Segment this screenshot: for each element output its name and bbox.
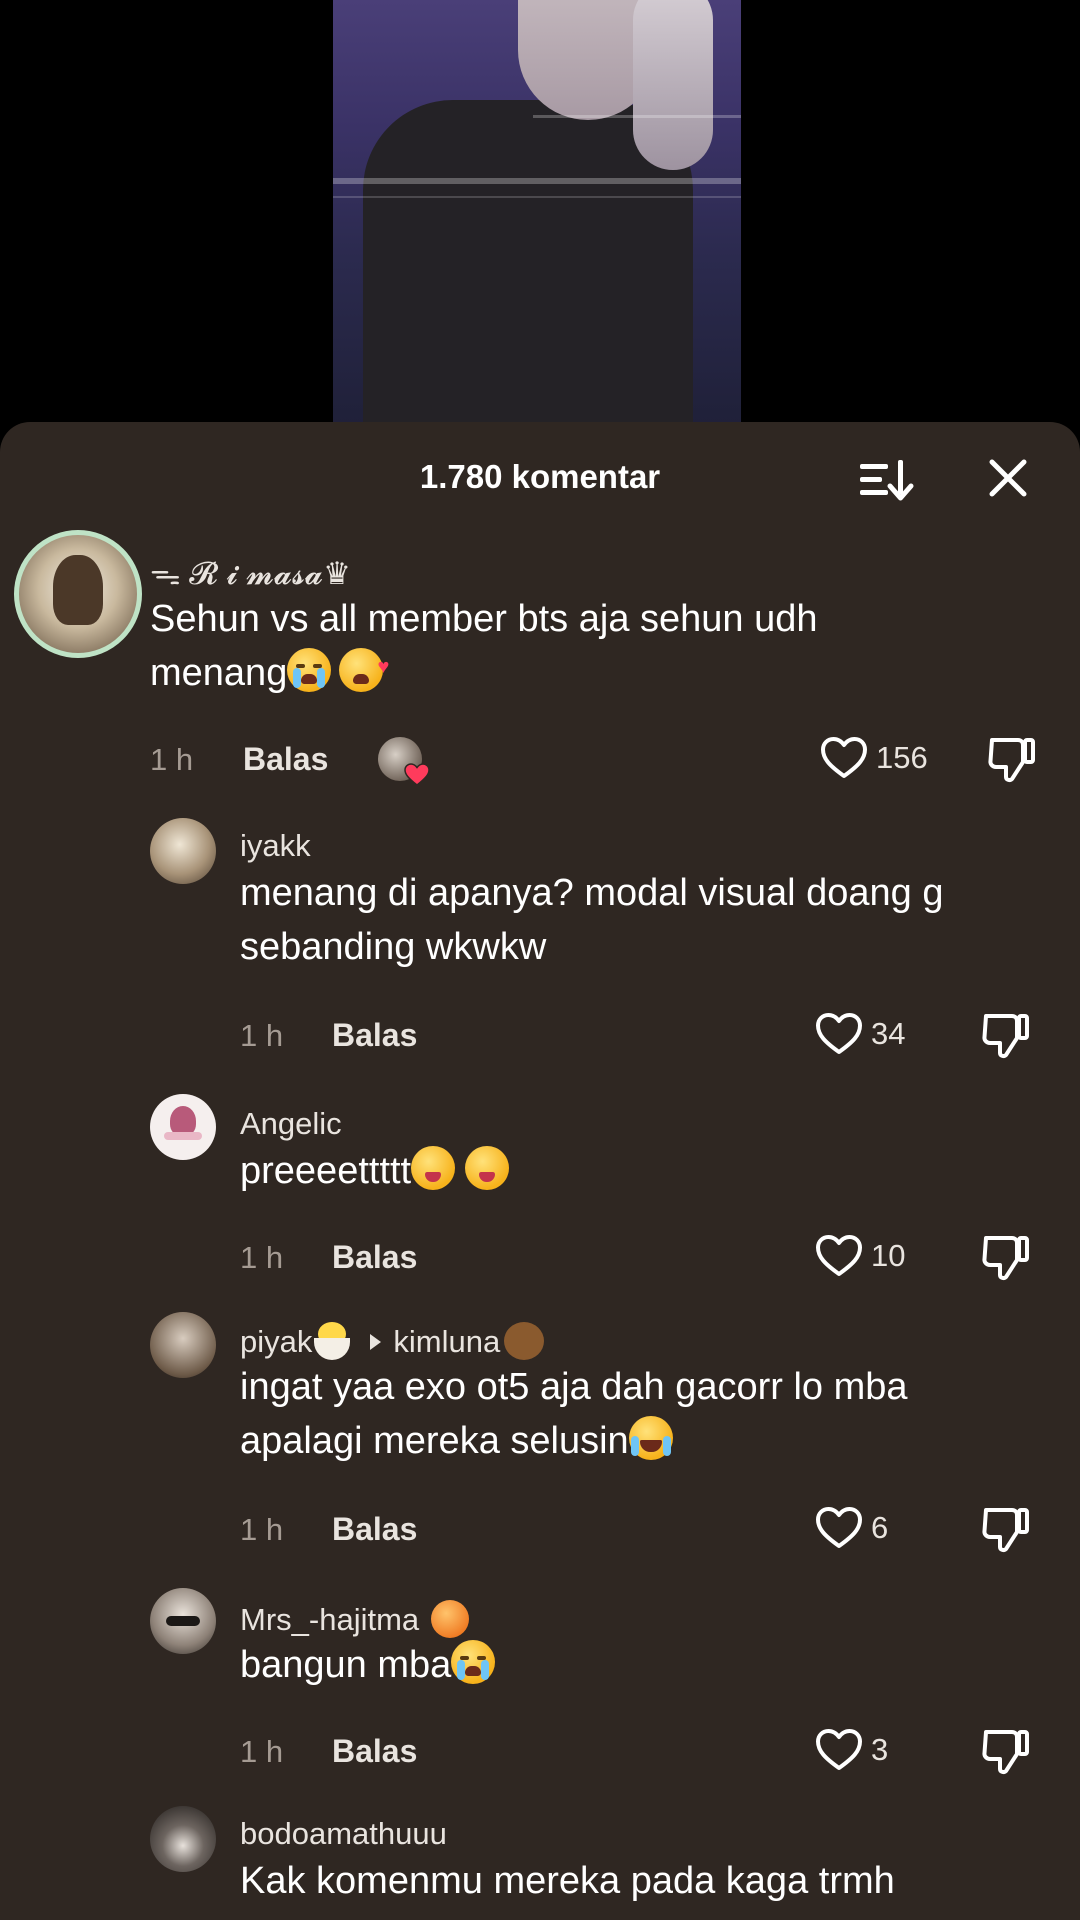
- avatar-figure: [53, 555, 103, 625]
- sort-icon[interactable]: [858, 458, 914, 502]
- comment-text-content: Sehun vs all member bts aja sehun udh me…: [150, 598, 818, 694]
- dislike-button[interactable]: [980, 1726, 1034, 1780]
- video-subject-arm: [633, 0, 713, 170]
- heart-outline-icon: [816, 1013, 862, 1054]
- comment-reply-item: iyakk menang di apanya? modal visual doa…: [0, 818, 1080, 1078]
- smiling-face-with-hearts-emoji-icon: [339, 640, 389, 694]
- comment-text: preeeettttt: [240, 1144, 1040, 1198]
- peach-emoji-icon: [431, 1600, 470, 1638]
- comment-text-line: apalagi mereka selusin: [240, 1420, 629, 1462]
- comments-count-title: 1.780 komentar: [419, 458, 661, 495]
- heart-outline-icon: [816, 1729, 862, 1770]
- heart-outline-icon: [821, 737, 867, 778]
- creator-liked-badge: [378, 737, 430, 786]
- heart-outline-icon: [816, 1235, 862, 1276]
- like-count: 156: [876, 740, 928, 775]
- dislike-button[interactable]: [980, 1232, 1034, 1286]
- comment-time: 1 h: [240, 1512, 284, 1547]
- dislike-button[interactable]: [980, 1504, 1034, 1558]
- like-button[interactable]: 34: [815, 1009, 905, 1059]
- reply-button[interactable]: Balas: [332, 1017, 417, 1054]
- comment-username[interactable]: Angelic: [240, 1106, 342, 1142]
- comment-text-content: bangun mba: [240, 1644, 452, 1686]
- like-count: 3: [871, 1732, 889, 1767]
- comment-reply-item: bodoamathuuu Kak komenmu mereka pada kag…: [0, 1806, 1080, 1920]
- comment-text-content: preeeettttt: [240, 1150, 412, 1192]
- heart-icon: [404, 763, 430, 786]
- thumbs-down-icon: [982, 1730, 1029, 1775]
- squinting-face-with-tongue-emoji-icon: [465, 1146, 510, 1190]
- hatching-chick-emoji-icon: [312, 1322, 352, 1360]
- comment-item: ᯓ 𝓡 𝓲 𝓶𝓪𝓼𝓪♛ Sehun vs all member bts aja …: [0, 530, 1080, 790]
- comment-text: Sehun vs all member bts aja sehun udh me…: [150, 592, 950, 700]
- comment-time: 1 h: [240, 1734, 284, 1769]
- like-button[interactable]: 156: [820, 733, 928, 783]
- comment-reply-item: piyak kimluna ingat yaa exo ot5 aja dah g…: [0, 1312, 1080, 1572]
- heart-outline-icon: [816, 1507, 862, 1548]
- comment-time: 1 h: [240, 1018, 284, 1053]
- video-glitch-line: [333, 178, 741, 184]
- avatar[interactable]: [150, 1094, 216, 1160]
- comment-username-line: piyak kimluna: [240, 1322, 545, 1360]
- reply-to-username[interactable]: kimluna: [393, 1324, 500, 1359]
- comment-username-line: Mrs_-hajitma: [240, 1600, 470, 1638]
- comment-time: 1 h: [150, 742, 194, 777]
- comments-header: 1.780 komentar: [0, 422, 1080, 532]
- comment-username[interactable]: bodoamathuuu: [240, 1816, 447, 1852]
- video-glitch-line: [533, 115, 741, 118]
- loudly-crying-emoji-icon: [451, 1640, 496, 1684]
- avatar[interactable]: [150, 1312, 216, 1378]
- reply-button[interactable]: Balas: [243, 741, 328, 778]
- comment-username[interactable]: piyak: [240, 1324, 312, 1359]
- loudly-crying-emoji-icon: [287, 648, 332, 692]
- comment-text: Kak komenmu mereka pada kaga trmh: [240, 1860, 895, 1902]
- avatar[interactable]: [14, 530, 142, 658]
- comment-reply-item: Mrs_-hajitma bangun mba 1 h Balas 3: [0, 1588, 1080, 1788]
- video-glitch-line: [333, 196, 741, 198]
- avatar[interactable]: [150, 1588, 216, 1654]
- like-count: 10: [871, 1238, 906, 1273]
- comment-username[interactable]: iyakk: [240, 828, 311, 864]
- like-count: 34: [871, 1016, 906, 1051]
- comment-time: 1 h: [240, 1240, 284, 1275]
- like-button[interactable]: 6: [815, 1503, 888, 1553]
- like-button[interactable]: 3: [815, 1725, 888, 1775]
- video-thumbnail: [333, 0, 741, 430]
- like-button[interactable]: 10: [815, 1231, 905, 1281]
- comment-text: bangun mba: [240, 1638, 1040, 1692]
- comment-reply-item: Angelic preeeettttt 1 h Balas 10: [0, 1094, 1080, 1294]
- comment-text-line: ingat yaa exo ot5 aja dah gacorr lo mba: [240, 1366, 908, 1408]
- comment-text: menang di apanya? modal visual doang g s…: [240, 866, 1070, 974]
- reply-button[interactable]: Balas: [332, 1239, 417, 1276]
- thumbs-down-icon: [982, 1014, 1029, 1059]
- squinting-face-with-tongue-emoji-icon: [411, 1146, 456, 1190]
- thumbs-down-icon: [982, 1236, 1029, 1281]
- like-count: 6: [871, 1510, 889, 1545]
- comment-username[interactable]: ᯓ 𝓡 𝓲 𝓶𝓪𝓼𝓪♛: [150, 552, 351, 594]
- comments-sheet: 1.780 komentar ᯓ 𝓡 𝓲 𝓶𝓪𝓼𝓪♛ Sehun vs all …: [0, 422, 1080, 1920]
- close-icon[interactable]: [984, 454, 1032, 502]
- face-with-tears-of-joy-emoji-icon: [628, 1416, 673, 1460]
- comment-text: ingat yaa exo ot5 aja dah gacorr lo mba …: [240, 1360, 1070, 1468]
- comment-text-line: sebanding wkwkw: [240, 926, 547, 968]
- comment-username[interactable]: Mrs_-hajitma: [240, 1602, 419, 1637]
- reply-arrow-icon: [370, 1334, 382, 1350]
- reply-button[interactable]: Balas: [332, 1511, 417, 1548]
- thumbs-down-icon: [982, 1508, 1029, 1553]
- dislike-button[interactable]: [980, 1010, 1034, 1064]
- bear-emoji-icon: [504, 1322, 545, 1360]
- reply-button[interactable]: Balas: [332, 1733, 417, 1770]
- avatar[interactable]: [150, 818, 216, 884]
- thumbs-down-icon: [988, 738, 1035, 783]
- video-player[interactable]: [0, 0, 1080, 430]
- comment-text-line: menang di apanya? modal visual doang g: [240, 872, 944, 914]
- dislike-button[interactable]: [986, 734, 1040, 788]
- avatar[interactable]: [150, 1806, 216, 1872]
